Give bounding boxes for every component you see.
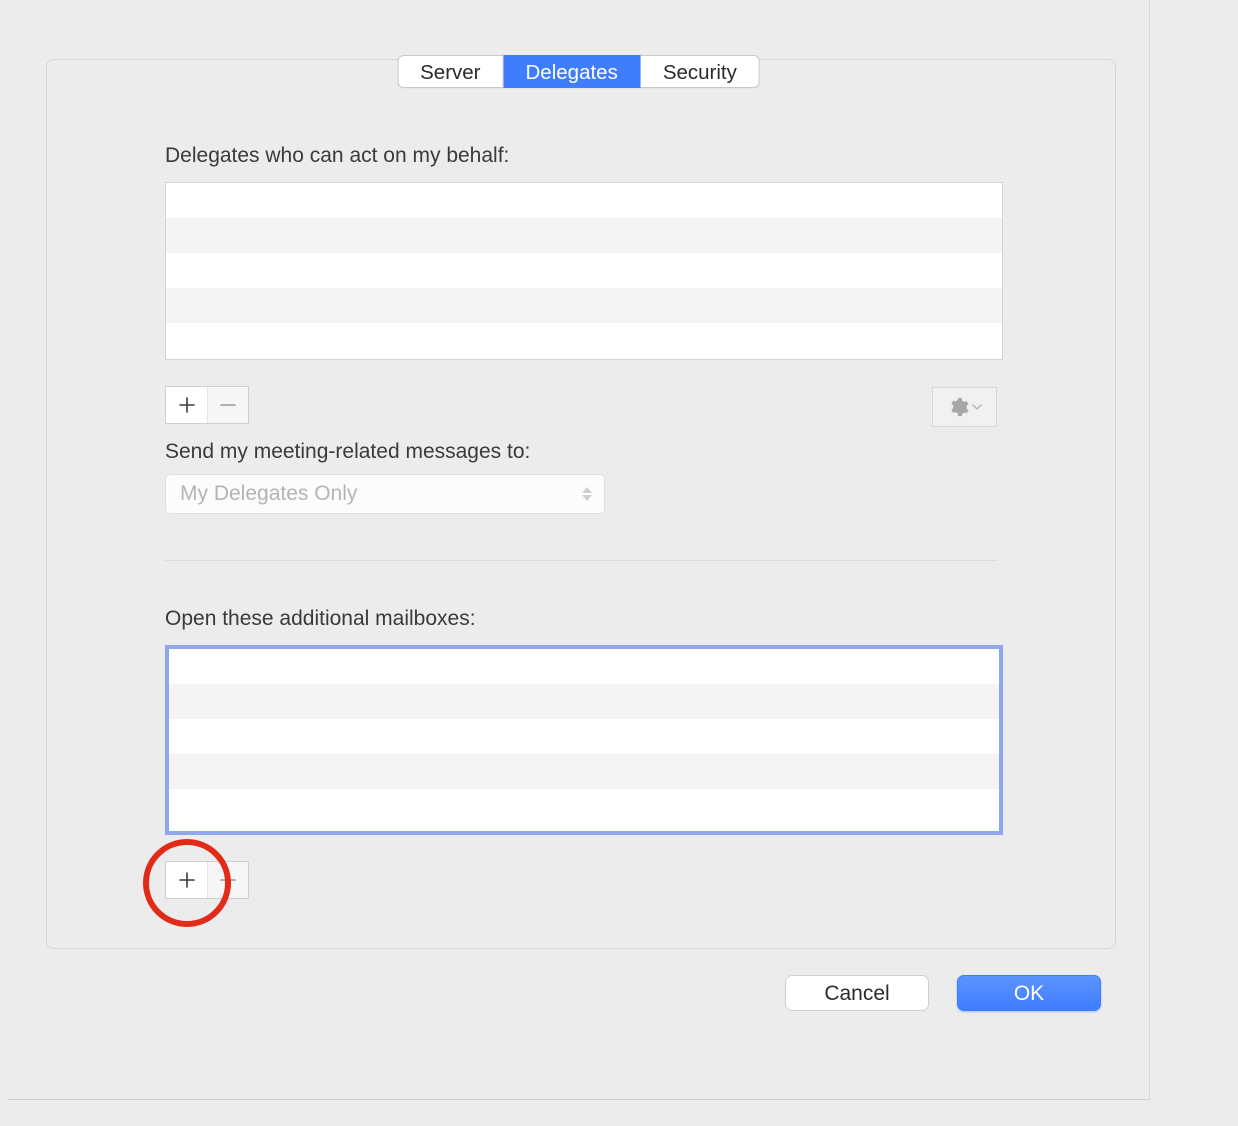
remove-mailbox-button	[207, 862, 248, 898]
plus-icon	[178, 871, 196, 889]
meeting-messages-select: My Delegates Only	[165, 474, 605, 514]
chevron-down-icon	[972, 402, 982, 412]
dialog-buttons: Cancel OK	[785, 975, 1101, 1011]
delegates-options-dropdown[interactable]	[932, 387, 997, 427]
list-row	[169, 649, 999, 684]
mailboxes-list[interactable]	[165, 645, 1003, 835]
delegates-add-remove	[165, 386, 249, 424]
cancel-button[interactable]: Cancel	[785, 975, 929, 1011]
mailboxes-label: Open these additional mailboxes:	[165, 607, 997, 631]
list-row	[169, 754, 999, 789]
list-row	[169, 684, 999, 719]
list-row	[166, 183, 1002, 218]
tab-bar: Server Delegates Security	[397, 55, 760, 88]
add-delegate-button[interactable]	[166, 387, 207, 423]
divider	[165, 560, 997, 561]
list-row	[166, 253, 1002, 288]
gear-icon	[948, 396, 970, 418]
remove-delegate-button	[207, 387, 248, 423]
tab-server[interactable]: Server	[397, 55, 503, 88]
account-advanced-window: Delegates who can act on my behalf: Send…	[8, 0, 1150, 1100]
tab-security[interactable]: Security	[641, 55, 760, 88]
list-row	[169, 789, 999, 824]
mailboxes-add-remove	[165, 861, 249, 899]
minus-icon	[219, 871, 237, 889]
list-row	[166, 323, 1002, 358]
minus-icon	[219, 396, 237, 414]
meeting-messages-value: My Delegates Only	[180, 482, 357, 506]
list-row	[169, 719, 999, 754]
delegates-label: Delegates who can act on my behalf:	[165, 144, 997, 168]
plus-icon	[178, 396, 196, 414]
list-row	[166, 218, 1002, 253]
delegates-pane: Delegates who can act on my behalf: Send…	[46, 59, 1116, 949]
meeting-messages-label: Send my meeting-related messages to:	[165, 440, 997, 464]
list-row	[166, 288, 1002, 323]
ok-button[interactable]: OK	[957, 975, 1101, 1011]
add-mailbox-button[interactable]	[166, 862, 207, 898]
updown-icon	[582, 487, 592, 501]
delegates-list[interactable]	[165, 182, 1003, 360]
tab-delegates[interactable]: Delegates	[504, 55, 641, 88]
